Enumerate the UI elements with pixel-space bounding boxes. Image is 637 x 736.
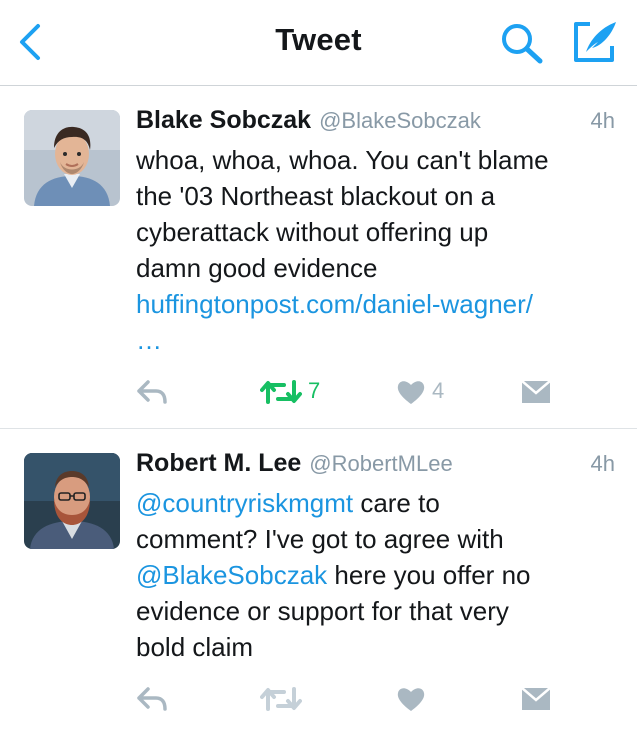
link-ellipsis[interactable]: …	[136, 322, 619, 358]
tweet-text-line: cyberattack without offering up	[136, 217, 489, 247]
tweet-header: Robert M. Lee @RobertMLee 4h	[136, 449, 615, 481]
mention-link[interactable]: @BlakeSobczak	[136, 560, 327, 590]
like-button[interactable]	[396, 679, 456, 719]
envelope-icon	[521, 687, 551, 710]
retweet-count: 7	[308, 378, 321, 403]
tweet[interactable]: Blake Sobczak @BlakeSobczak 4h whoa, whoa…	[0, 86, 637, 429]
retweet-button[interactable]	[260, 679, 330, 719]
like-count: 4	[432, 378, 445, 403]
tweet-text-line: damn good evidence	[136, 253, 378, 283]
tweet[interactable]: Robert M. Lee @RobertMLee 4h @countryrisk…	[0, 429, 637, 736]
tweet-text-line: comment? I've got to agree with	[136, 524, 504, 554]
user-handle[interactable]: @BlakeSobczak	[319, 108, 481, 133]
tweet-header: Blake Sobczak @BlakeSobczak 4h	[136, 106, 615, 138]
reply-button[interactable]	[136, 679, 176, 719]
user-handle[interactable]: @RobertMLee	[309, 451, 452, 476]
tweet-text-fragment: care to	[353, 488, 440, 518]
tweet-text-line: bold claim	[136, 632, 254, 662]
compose-tweet-icon	[574, 22, 616, 62]
retweet-button[interactable]: 7	[260, 372, 330, 412]
compose-button[interactable]	[568, 18, 620, 66]
tweet-text-line: the '03 Northeast blackout on a	[136, 181, 496, 211]
retweet-icon	[260, 380, 302, 404]
timestamp: 4h	[590, 108, 615, 133]
heart-icon	[397, 688, 425, 711]
tweet-text: whoa, whoa, whoa. You can't blame the '0…	[136, 142, 619, 358]
retweet-icon	[260, 687, 302, 711]
direct-message-button[interactable]	[520, 372, 560, 412]
display-name[interactable]: Robert M. Lee	[136, 449, 301, 477]
tweet-text: @countryriskmgmt care to comment? I've g…	[136, 485, 619, 665]
tweet-text-fragment: here you offer no	[327, 560, 531, 590]
direct-message-button[interactable]	[520, 679, 560, 719]
tweet-link[interactable]: huffingtonpost.com/daniel-wagner/	[136, 286, 619, 322]
avatar[interactable]	[24, 453, 120, 549]
reply-icon	[137, 380, 167, 404]
mention-link[interactable]: @countryriskmgmt	[136, 488, 353, 518]
like-button[interactable]: 4	[396, 372, 456, 412]
tweet-text-line: evidence or support for that very	[136, 596, 509, 626]
heart-icon	[397, 381, 425, 404]
reply-icon	[137, 687, 167, 711]
display-name[interactable]: Blake Sobczak	[136, 106, 311, 134]
avatar[interactable]	[24, 110, 120, 206]
tweet-actions	[130, 679, 637, 719]
timestamp: 4h	[590, 451, 615, 476]
envelope-icon	[521, 380, 551, 403]
navigation-bar: Tweet	[0, 0, 637, 86]
tweet-text-line: @BlakeSobczak here you offer no	[136, 557, 619, 593]
search-icon	[502, 24, 543, 64]
tweet-actions: 7 4	[130, 372, 637, 412]
reply-button[interactable]	[136, 372, 176, 412]
tweet-text-line: @countryriskmgmt care to	[136, 485, 619, 521]
search-button[interactable]	[498, 20, 546, 64]
tweet-text-line: whoa, whoa, whoa. You can't blame	[136, 145, 549, 175]
